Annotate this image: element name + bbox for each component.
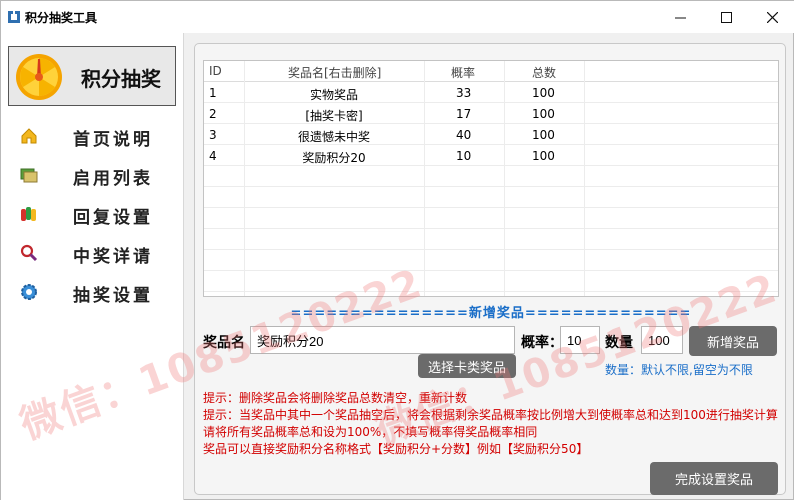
quantity-hint: 数量：默认不限,留空为不限 [605,363,753,377]
cell-total: 100 [532,86,555,100]
cell-id: 3 [209,128,217,142]
tip-line: 请将所有奖品概率总和设为100%，不填写概率得奖品概率相同 [203,425,538,439]
sidebar-item-lottery-settings[interactable]: 抽奖设置 [1,277,183,307]
table-row-empty [204,250,778,271]
table-row-empty [204,208,778,229]
cell-total: 100 [532,107,555,121]
cell-name: 实物奖品 [309,88,358,102]
cell-id: 2 [209,107,217,121]
cell-total: 100 [532,149,555,163]
finish-settings-button[interactable]: 完成设置奖品 [650,462,778,495]
table-row-empty [204,187,778,208]
table-row[interactable]: 4 奖励积分20 10 100 [204,145,778,166]
sidebar-item-label: 首页说明 [73,130,153,150]
cell-probability: 33 [456,86,472,100]
prize-settings-panel: ID 奖品名[右击删除] 概率 总数 1 实物奖品 33 100 2 [抽奖卡密… [194,43,786,495]
cell-name: [抽奖卡密] [305,109,363,123]
sidebar-item-winners[interactable]: 中奖详请 [1,238,183,268]
search-icon [20,244,38,262]
logo-button[interactable]: 积分抽奖 [8,46,176,106]
prize-name-input[interactable] [250,326,515,354]
column-header-name: 奖品名[右击删除] [288,66,382,80]
cell-name: 很遗憾未中奖 [297,130,370,144]
sidebar-item-label: 抽奖设置 [73,286,153,306]
reply-icon [21,207,36,221]
minimize-button[interactable] [657,1,703,33]
sidebar-item-label: 回复设置 [73,208,153,228]
cell-probability: 40 [456,128,472,142]
add-prize-button-label: 新增奖品 [706,335,759,351]
probability-input[interactable] [560,326,600,354]
sidebar-item-label: 中奖详请 [73,247,153,267]
home-icon [21,128,37,144]
sidebar: 积分抽奖 首页说明 启用列表 回复设置 中奖详请 抽奖设置 [1,33,184,500]
tip-line: 提示：删除奖品会将删除奖品总数清空，重新计数 [203,391,468,405]
maximize-icon [720,11,732,23]
table-row-empty [204,166,778,187]
select-card-prize-button-label: 选择卡类奖品 [427,360,506,376]
minimize-icon [674,17,686,18]
close-button[interactable] [749,1,794,33]
gear-icon [21,284,37,300]
quantity-input[interactable] [641,326,683,354]
title-bar: 积分抽奖工具 [1,1,794,33]
app-window: 积分抽奖工具 积分抽奖 首页说明 启用列表 回复设置 中奖详请 抽奖设置 ID … [0,0,794,500]
finish-settings-button-label: 完成设置奖品 [674,473,753,488]
list-icon [20,168,38,183]
table-row[interactable]: 3 很遗憾未中奖 40 100 [204,124,778,145]
probability-label: 概率： [521,335,563,351]
tip-line: 提示：当奖品中其中一个奖品抽空后，将会根据剩余奖品概率按比例增大到使概率总和达到… [203,408,778,422]
add-prize-button[interactable]: 新增奖品 [689,326,777,356]
table-row-empty [204,271,778,292]
table-header: ID 奖品名[右击删除] 概率 总数 [204,61,778,82]
column-header-probability: 概率 [451,66,476,80]
maximize-button[interactable] [703,1,749,33]
prize-name-label: 奖品名 [203,335,245,351]
quantity-label: 数量 [605,335,633,351]
cell-name: 奖励积分20 [302,151,366,165]
table-row-empty [204,229,778,250]
column-header-id: ID [209,64,222,78]
table-row[interactable]: 2 [抽奖卡密] 17 100 [204,103,778,124]
cell-total: 100 [532,128,555,142]
select-card-prize-button[interactable]: 选择卡类奖品 [418,354,516,378]
sidebar-item-reply[interactable]: 回复设置 [1,199,183,229]
cell-probability: 10 [456,149,472,163]
sidebar-item-label: 启用列表 [73,169,153,189]
close-icon [766,11,778,23]
cell-probability: 17 [456,107,472,121]
table-row[interactable]: 1 实物奖品 33 100 [204,82,778,103]
cell-id: 4 [209,149,217,163]
logo-title: 积分抽奖 [81,67,161,91]
column-header-total: 总数 [532,66,557,80]
window-title: 积分抽奖工具 [25,11,98,25]
app-icon [8,11,20,23]
sidebar-item-home[interactable]: 首页说明 [1,121,183,151]
prize-wheel-icon [16,54,62,100]
prize-table[interactable]: ID 奖品名[右击删除] 概率 总数 1 实物奖品 33 100 2 [抽奖卡密… [203,60,779,297]
cell-id: 1 [209,86,217,100]
sidebar-item-list[interactable]: 启用列表 [1,160,183,190]
new-prize-section-title: ===============新增奖品============== [290,306,692,321]
tip-line: 奖品可以直接奖励积分名称格式【奖励积分+分数】例如【奖励积分50】 [203,442,589,456]
